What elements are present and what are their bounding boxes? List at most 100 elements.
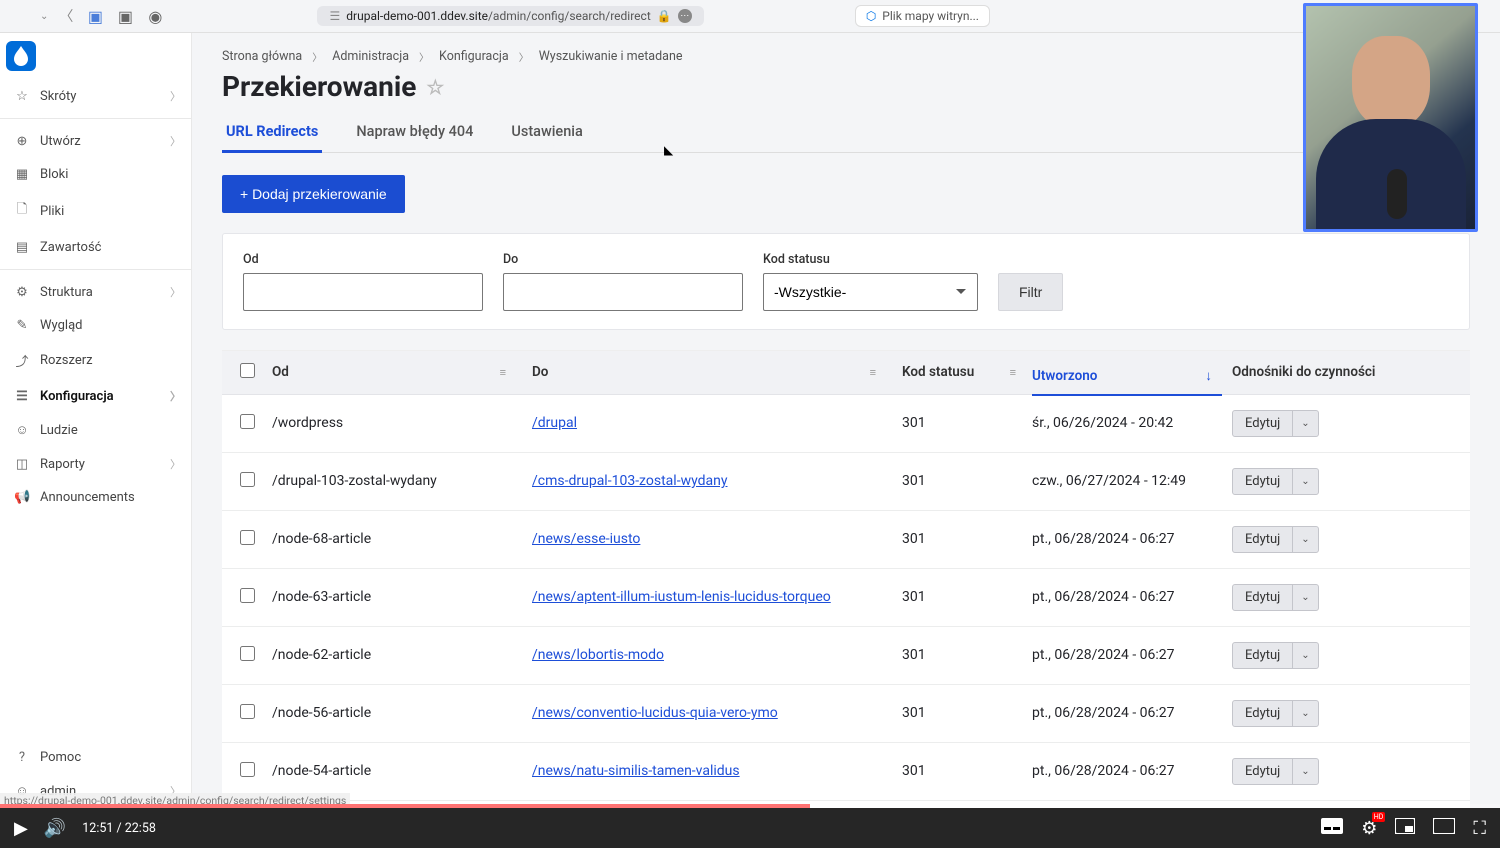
tab-ustawienia[interactable]: Ustawienia	[507, 113, 586, 152]
edit-button[interactable]: Edytuj ⌄	[1232, 526, 1319, 553]
edit-button[interactable]: Edytuj ⌄	[1232, 468, 1319, 495]
select-all-checkbox[interactable]	[240, 363, 255, 378]
sidebar-item-label: Announcements	[40, 490, 135, 505]
edit-button-label: Edytuj	[1233, 585, 1292, 610]
nav-icon: ☺	[14, 422, 30, 438]
sidebar-item-wygląd[interactable]: ✎Wygląd	[0, 309, 191, 342]
cell-to-link[interactable]: /news/aptent-illum-iustum-lenis-lucidus-…	[532, 589, 831, 605]
cell-to-link[interactable]: /news/natu-similis-tamen-validus	[532, 763, 740, 779]
url-bar[interactable]: ☰ drupal-demo-001.ddev.site/admin/config…	[317, 6, 703, 26]
sidebar-item-label: Wygląd	[40, 318, 82, 333]
row-checkbox[interactable]	[240, 762, 255, 777]
play-icon[interactable]: ▶	[14, 818, 28, 839]
settings-icon[interactable]: ⚙	[1361, 818, 1377, 839]
chevron-right-icon: 〉	[170, 88, 181, 104]
cell-status: 301	[902, 589, 1032, 605]
th-to[interactable]: Do	[532, 364, 548, 380]
video-time: 12:51 / 22:58	[82, 821, 156, 836]
sort-icon[interactable]: ≡	[870, 366, 892, 379]
table-row: /drupal-103-zostal-wydany /cms-drupal-10…	[222, 453, 1470, 511]
sidebar-item-label: Utwórz	[40, 134, 81, 149]
volume-icon[interactable]: 🔊	[44, 818, 66, 839]
from-input[interactable]	[243, 273, 483, 311]
edit-button[interactable]: Edytuj ⌄	[1232, 758, 1319, 785]
video-controls: ▶ 🔊 12:51 / 22:58 ⚙ ⛶	[0, 808, 1500, 848]
edit-button[interactable]: Edytuj ⌄	[1232, 700, 1319, 727]
tab-url-redirects[interactable]: URL Redirects	[222, 113, 322, 153]
filter-button[interactable]: Filtr	[998, 273, 1063, 311]
sidebar-item-pomoc[interactable]: ?Pomoc	[0, 741, 191, 774]
to-input[interactable]	[503, 273, 743, 311]
sidebar-item-konfiguracja[interactable]: ☰Konfiguracja〉	[0, 379, 191, 413]
sidebar-item-skróty[interactable]: ☆Skróty〉	[0, 79, 191, 113]
tab-3-icon[interactable]: ◉	[144, 5, 166, 27]
edit-button[interactable]: Edytuj ⌄	[1232, 642, 1319, 669]
cell-to-link[interactable]: /cms-drupal-103-zostal-wydany	[532, 473, 728, 489]
sidebar-item-struktura[interactable]: ⚙Struktura〉	[0, 275, 191, 309]
sidebar-item-ludzie[interactable]: ☺Ludzie	[0, 413, 191, 447]
breadcrumb-item[interactable]: Strona główna	[222, 49, 302, 64]
sidebar-item-label: Bloki	[40, 167, 68, 182]
add-redirect-button[interactable]: + Dodaj przekierowanie	[222, 175, 405, 213]
tab-1-icon[interactable]: ▣	[84, 5, 106, 27]
more-icon[interactable]: ⋯	[678, 9, 692, 23]
sort-icon[interactable]: ≡	[500, 366, 522, 379]
admin-sidebar: ☆Skróty〉 ⊕Utwórz〉▦Bloki🗋Pliki▤Zawartość ⚙S…	[0, 33, 192, 808]
th-from[interactable]: Od	[272, 364, 289, 380]
cell-to-link[interactable]: /news/lobortis-modo	[532, 647, 664, 663]
cell-to-link[interactable]: /news/esse-iusto	[532, 531, 640, 547]
dropdown-icon[interactable]: ⌄	[1292, 643, 1317, 668]
captions-icon[interactable]	[1321, 818, 1343, 839]
row-checkbox[interactable]	[240, 472, 255, 487]
cell-status: 301	[902, 647, 1032, 663]
dropdown-icon[interactable]: ⌄	[1292, 585, 1317, 610]
tab-2-icon[interactable]: ▣	[114, 5, 136, 27]
cell-status: 301	[902, 531, 1032, 547]
cell-from: /node-68-article	[272, 531, 532, 547]
sort-icon[interactable]: ≡	[1010, 366, 1032, 379]
dropdown-icon[interactable]: ⌄	[1292, 759, 1317, 784]
star-icon[interactable]: ☆	[426, 75, 444, 99]
sidebar-item-bloki[interactable]: ▦Bloki	[0, 158, 191, 191]
row-checkbox[interactable]	[240, 646, 255, 661]
cell-created: pt., 06/28/2024 - 06:27	[1032, 531, 1222, 547]
row-checkbox[interactable]	[240, 704, 255, 719]
sidebar-item-pliki[interactable]: 🗋Pliki	[0, 191, 191, 231]
panel-toggle-icon[interactable]	[10, 5, 32, 27]
breadcrumb-item[interactable]: Wyszukiwanie i metadane	[539, 49, 683, 64]
sidebar-item-rozszerz[interactable]: ⤴Rozszerz	[0, 342, 191, 379]
th-status[interactable]: Kod statusu	[902, 364, 974, 380]
dropdown-icon[interactable]: ⌄	[1292, 527, 1317, 552]
th-created[interactable]: Utworzono	[1032, 368, 1097, 384]
row-checkbox[interactable]	[240, 414, 255, 429]
edit-button[interactable]: Edytuj ⌄	[1232, 410, 1319, 437]
breadcrumb-item[interactable]: Administracja	[332, 49, 409, 64]
sidebar-item-announcements[interactable]: 📢Announcements	[0, 481, 191, 514]
cell-created: pt., 06/28/2024 - 06:27	[1032, 763, 1222, 779]
tab-napraw-błędy-404[interactable]: Napraw błędy 404	[352, 113, 477, 152]
dropdown-icon[interactable]: ⌄	[1292, 701, 1317, 726]
dropdown-icon[interactable]: ⌄	[1292, 469, 1317, 494]
drop-icon: ⬡	[866, 9, 876, 23]
sitemap-chip[interactable]: ⬡ Plik mapy witryn...	[855, 5, 990, 27]
fullscreen-icon[interactable]: ⛶	[1473, 818, 1486, 839]
dropdown-icon[interactable]: ⌄	[1292, 411, 1317, 436]
row-checkbox[interactable]	[240, 588, 255, 603]
edit-button[interactable]: Edytuj ⌄	[1232, 584, 1319, 611]
cell-to-link[interactable]: /drupal	[532, 415, 577, 431]
row-checkbox[interactable]	[240, 530, 255, 545]
back-icon[interactable]: 〈	[56, 6, 76, 26]
cell-from: /node-62-article	[272, 647, 532, 663]
breadcrumb-item[interactable]: Konfiguracja	[439, 49, 509, 64]
chrome-dropdown-icon[interactable]: ⌄	[40, 11, 48, 22]
cell-to-link[interactable]: /news/conventio-lucidus-quia-vero-ymo	[532, 705, 778, 721]
miniplayer-icon[interactable]	[1395, 818, 1415, 839]
sidebar-item-utwórz[interactable]: ⊕Utwórz〉	[0, 124, 191, 158]
theater-icon[interactable]	[1433, 818, 1455, 839]
sidebar-item-zawartość[interactable]: ▤Zawartość	[0, 231, 191, 264]
cell-created: pt., 06/28/2024 - 06:27	[1032, 589, 1222, 605]
sidebar-item-raporty[interactable]: ◫Raporty〉	[0, 447, 191, 481]
table-row: /node-63-article /news/aptent-illum-iust…	[222, 569, 1470, 627]
drupal-logo-icon[interactable]	[6, 41, 36, 71]
status-select[interactable]: -Wszystkie-	[763, 273, 978, 311]
